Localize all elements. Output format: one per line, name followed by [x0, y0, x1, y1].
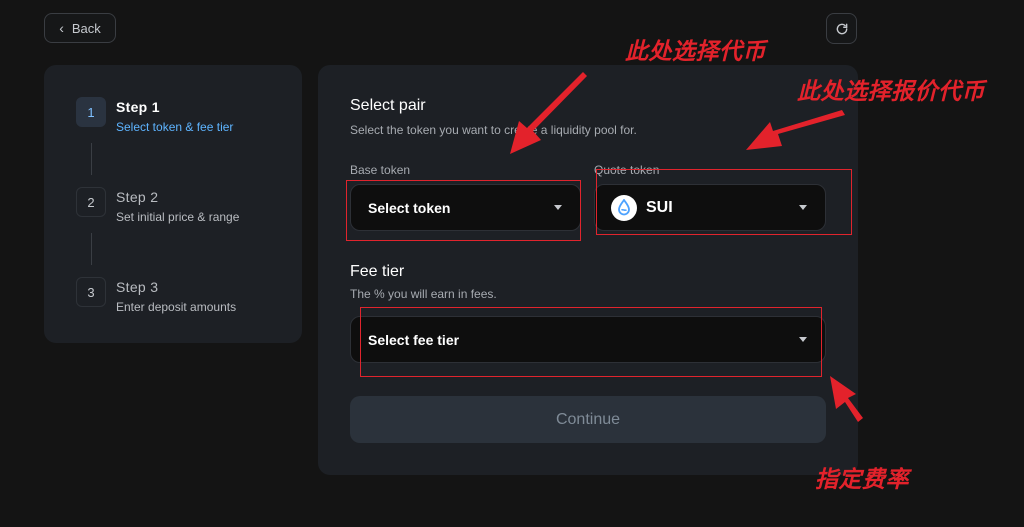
- step-subtitle: Enter deposit amounts: [116, 300, 237, 314]
- select-pair-subtitle: Select the token you want to create a li…: [350, 123, 637, 137]
- caret-down-icon: [799, 204, 807, 210]
- base-token-select[interactable]: Select token: [350, 184, 581, 231]
- quote-token-label: Quote token: [594, 163, 660, 177]
- caret-down-icon: [554, 204, 562, 210]
- base-token-label: Base token: [350, 163, 411, 177]
- step-2: 2 Step 2 Set initial price & range: [76, 187, 239, 224]
- fee-tier-value: Select fee tier: [368, 331, 460, 348]
- step-connector: [91, 233, 92, 265]
- step-number: 3: [76, 277, 106, 307]
- continue-button[interactable]: Continue: [350, 396, 826, 443]
- back-button[interactable]: ‹ Back: [44, 13, 116, 43]
- step-number: 1: [76, 97, 106, 127]
- steps-panel: 1 Step 1 Select token & fee tier 2 Step …: [44, 65, 302, 343]
- annotation-base-text: 此处选择代币: [625, 38, 766, 64]
- step-connector: [91, 143, 92, 175]
- step-subtitle: Set initial price & range: [116, 210, 240, 224]
- select-pair-title: Select pair: [350, 97, 426, 114]
- refresh-icon: [836, 23, 847, 34]
- chevron-left-icon: ‹: [59, 20, 64, 36]
- create-pool-form: Select pair Select the token you want to…: [318, 65, 858, 475]
- step-1: 1 Step 1 Select token & fee tier: [76, 97, 233, 134]
- step-number: 2: [76, 187, 106, 217]
- quote-token-value: SUI: [646, 198, 673, 216]
- step-subtitle: Select token & fee tier: [116, 120, 234, 134]
- step-title: Step 1: [116, 99, 160, 115]
- fee-tier-subtitle: The % you will earn in fees.: [350, 287, 497, 301]
- step-title: Step 3: [116, 279, 159, 295]
- fee-tier-select[interactable]: Select fee tier: [350, 316, 826, 363]
- refresh-button[interactable]: [826, 13, 857, 44]
- quote-token-select[interactable]: SUI: [594, 184, 826, 231]
- back-label: Back: [71, 20, 101, 36]
- fee-tier-title: Fee tier: [350, 263, 405, 280]
- base-token-value: Select token: [368, 199, 451, 216]
- caret-down-icon: [799, 336, 807, 342]
- sui-token-icon: [611, 194, 637, 221]
- annotation-fee-text: 指定费率: [815, 466, 909, 492]
- annotation-quote-text: 此处选择报价代币: [797, 78, 985, 104]
- step-3: 3 Step 3 Enter deposit amounts: [76, 277, 236, 314]
- step-title: Step 2: [116, 189, 159, 205]
